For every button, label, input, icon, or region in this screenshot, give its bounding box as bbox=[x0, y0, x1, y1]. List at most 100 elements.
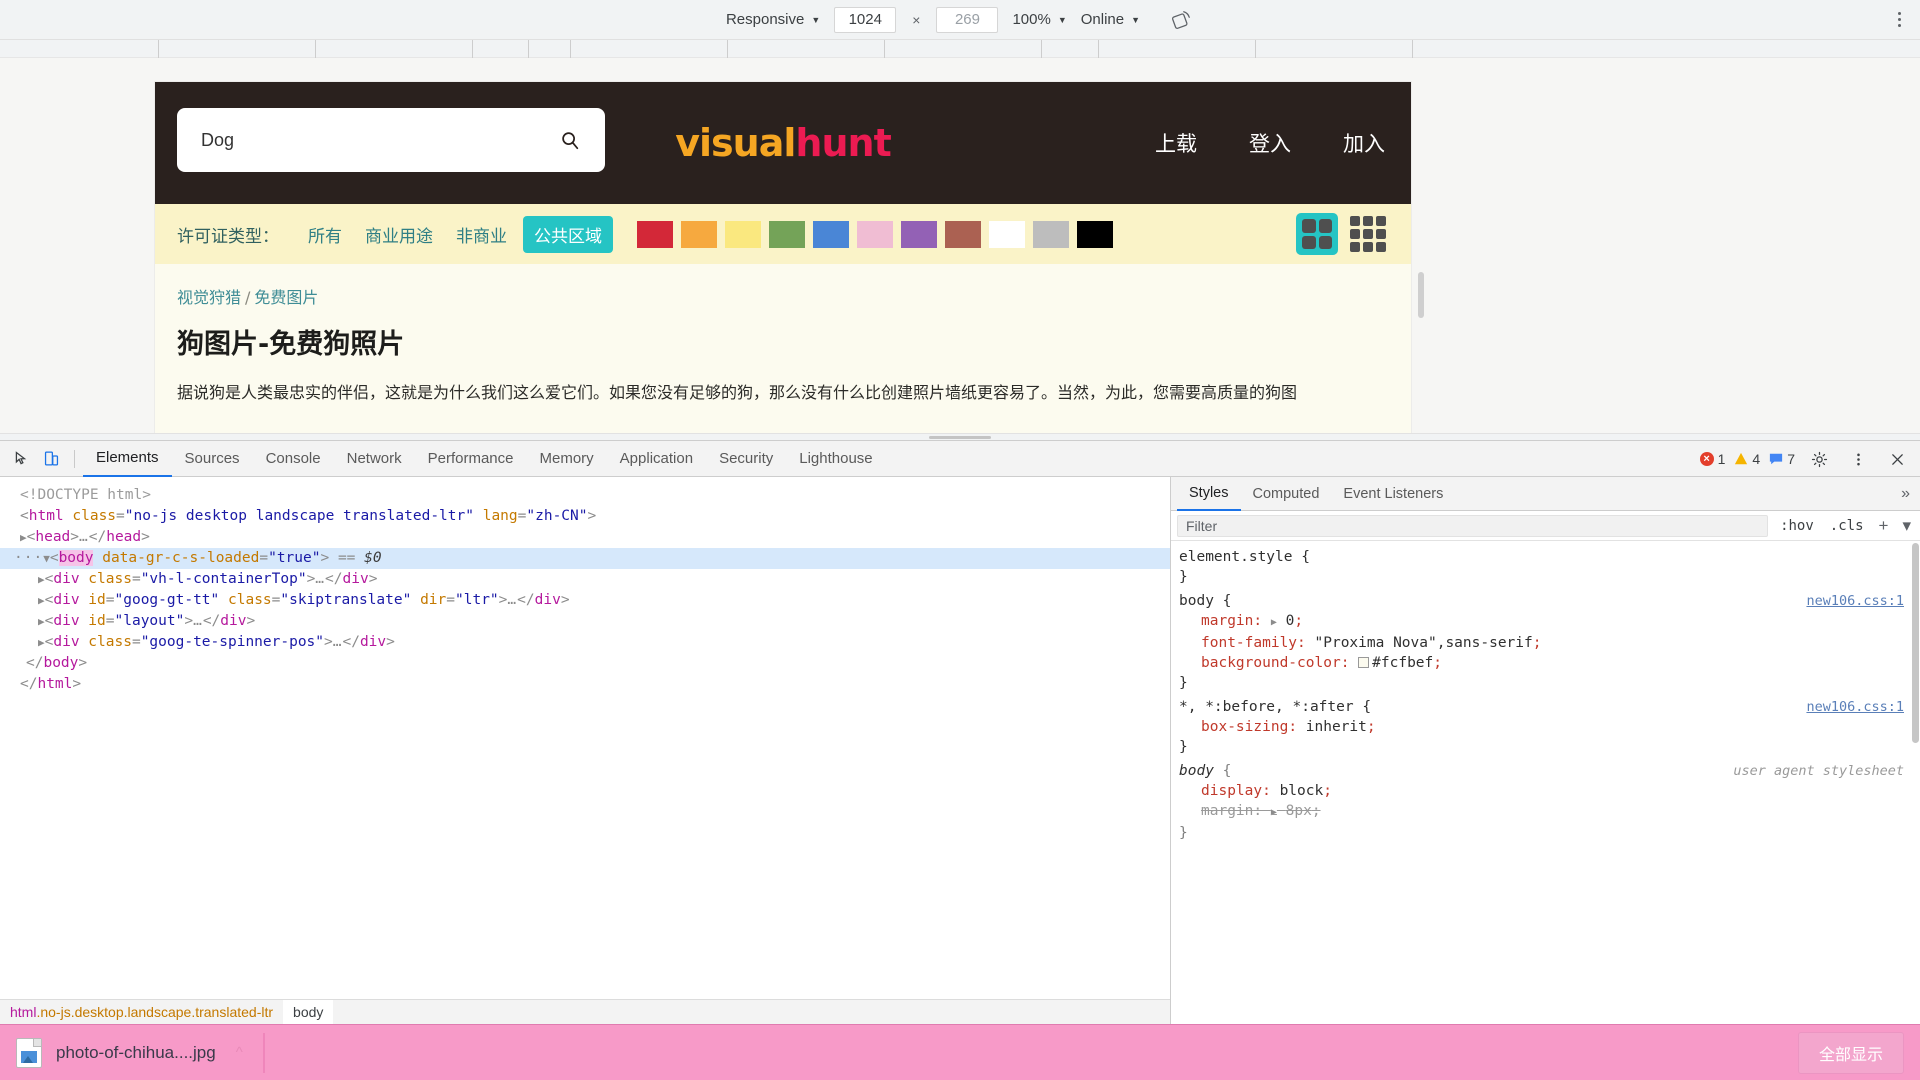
css-rule-user-agent-body[interactable]: body {user agent stylesheet display: blo… bbox=[1179, 761, 1920, 843]
color-swatch-red[interactable] bbox=[637, 220, 673, 248]
child1-class: "vh-l-containerTop" bbox=[140, 571, 307, 587]
nav-upload[interactable]: 上载 bbox=[1155, 128, 1197, 158]
color-swatch-pink[interactable] bbox=[857, 220, 893, 248]
tab-security[interactable]: Security bbox=[706, 441, 786, 477]
grid-3-icon[interactable] bbox=[1347, 213, 1389, 255]
license-option-commercial[interactable]: 商业用途 bbox=[358, 217, 440, 252]
tab-lighthouse[interactable]: Lighthouse bbox=[786, 441, 885, 477]
dom-line-child-2[interactable]: ▶<div id="goog-gt-tt" class="skiptransla… bbox=[14, 590, 1170, 611]
visualhunt-logo[interactable]: visualhunt bbox=[675, 121, 891, 165]
inspect-element-icon[interactable] bbox=[6, 444, 36, 474]
css-declaration-font-family[interactable]: font-family: "Proxima Nova",sans-serif; bbox=[1179, 633, 1904, 653]
css-declaration-background-color[interactable]: background-color: #fcfbef; bbox=[1179, 653, 1904, 673]
rule-source-link[interactable]: new106.css:1 bbox=[1806, 591, 1904, 611]
nav-login[interactable]: 登入 bbox=[1249, 128, 1291, 158]
dom-line-child-1[interactable]: ▶<div class="vh-l-containerTop">…</div> bbox=[14, 569, 1170, 590]
tab-application[interactable]: Application bbox=[607, 441, 706, 477]
color-swatch-white[interactable] bbox=[989, 220, 1025, 248]
license-option-noncommercial[interactable]: 非商业 bbox=[449, 217, 514, 252]
rotate-icon[interactable] bbox=[1168, 7, 1194, 33]
tab-memory[interactable]: Memory bbox=[527, 441, 607, 477]
color-filter-swatches bbox=[637, 220, 1113, 248]
css-rule-universal[interactable]: *, *:before, *:after {new106.css:1 box-s… bbox=[1179, 697, 1920, 757]
breadcrumb-root[interactable]: 视觉狩猎 bbox=[177, 288, 241, 307]
color-swatch-green[interactable] bbox=[769, 220, 805, 248]
color-swatch-yellow[interactable] bbox=[725, 220, 761, 248]
css-rule-element-style[interactable]: element.style {} bbox=[1179, 547, 1920, 587]
error-badge[interactable]: × 1 bbox=[1699, 451, 1725, 467]
dom-line-child-3[interactable]: ▶<div id="layout">…</div> bbox=[14, 611, 1170, 632]
nav-join[interactable]: 加入 bbox=[1343, 128, 1385, 158]
css-declaration-margin[interactable]: margin: ▶ 0; bbox=[1179, 611, 1904, 633]
license-option-all[interactable]: 所有 bbox=[301, 217, 349, 252]
tab-elements[interactable]: Elements bbox=[83, 441, 172, 477]
more-vertical-icon[interactable] bbox=[1888, 7, 1910, 33]
gear-icon[interactable] bbox=[1804, 444, 1834, 474]
dom-line-child-4[interactable]: ▶<div class="goog-te-spinner-pos">…</div… bbox=[14, 632, 1170, 653]
breadcrumb-crumb-body[interactable]: body bbox=[283, 999, 334, 1025]
chevron-up-icon[interactable]: ^ bbox=[236, 1044, 243, 1061]
viewport-width-input[interactable]: 1024 bbox=[834, 6, 897, 33]
tab-network[interactable]: Network bbox=[334, 441, 415, 477]
rule-source-link[interactable]: new106.css:1 bbox=[1806, 697, 1904, 717]
color-swatch-brown[interactable] bbox=[945, 220, 981, 248]
device-preset-select[interactable]: Responsive ▼ bbox=[726, 11, 820, 28]
doctype-text: <!DOCTYPE html> bbox=[20, 487, 151, 503]
styles-scrollbar[interactable] bbox=[1912, 543, 1919, 743]
new-style-rule-button[interactable]: + bbox=[1876, 516, 1892, 536]
breadcrumb-crumb-html[interactable]: html .no-js.desktop.landscape.translated-… bbox=[0, 1000, 283, 1026]
styles-more-tabs-icon[interactable]: » bbox=[1901, 485, 1910, 503]
styles-filter-input[interactable]: Filter bbox=[1177, 514, 1769, 537]
download-item[interactable]: photo-of-chihua....jpg ^ bbox=[16, 1037, 243, 1068]
dom-tree-pane: <!DOCTYPE html> <html class="no-js deskt… bbox=[0, 477, 1170, 1025]
message-badge[interactable]: 7 bbox=[1769, 451, 1795, 467]
search-box[interactable] bbox=[177, 108, 605, 172]
color-swatch-blue[interactable] bbox=[813, 220, 849, 248]
color-swatch-gray[interactable] bbox=[1033, 220, 1069, 248]
tab-sources[interactable]: Sources bbox=[172, 441, 253, 477]
search-icon[interactable] bbox=[557, 127, 583, 153]
tab-styles[interactable]: Styles bbox=[1177, 477, 1241, 511]
error-icon: × bbox=[1699, 452, 1714, 466]
cls-toggle[interactable]: .cls bbox=[1826, 518, 1868, 534]
color-swatch-purple[interactable] bbox=[901, 220, 937, 248]
viewport-ruler bbox=[0, 40, 1920, 58]
prop-value: block bbox=[1279, 783, 1324, 799]
prop-value: inherit bbox=[1305, 719, 1367, 735]
css-declaration-box-sizing[interactable]: box-sizing: inherit; bbox=[1179, 717, 1904, 737]
devtools-splitter[interactable] bbox=[0, 433, 1920, 440]
more-vertical-icon[interactable] bbox=[1843, 444, 1873, 474]
download-filename: photo-of-chihua....jpg bbox=[56, 1042, 216, 1062]
hov-toggle[interactable]: :hov bbox=[1776, 518, 1818, 534]
breadcrumb-current[interactable]: 免费图片 bbox=[254, 288, 318, 307]
toolbar-divider bbox=[74, 449, 75, 468]
color-swatch-icon[interactable] bbox=[1358, 657, 1370, 668]
toggle-device-toolbar-icon[interactable] bbox=[36, 444, 66, 474]
css-declaration-display[interactable]: display: block; bbox=[1179, 781, 1904, 801]
viewport-resize-handle[interactable] bbox=[1418, 272, 1424, 318]
dom-line-body[interactable]: ···▼<body data-gr-c-s-loaded="true"> == … bbox=[0, 548, 1170, 569]
dom-line-html[interactable]: <html class="no-js desktop landscape tra… bbox=[14, 506, 1170, 527]
dom-line-head[interactable]: ▶<head>…</head> bbox=[14, 527, 1170, 548]
css-rule-body-new106[interactable]: body {new106.css:1 margin: ▶ 0; font-fam… bbox=[1179, 591, 1920, 693]
tab-computed[interactable]: Computed bbox=[1241, 477, 1332, 511]
child4-class: "goog-te-spinner-pos" bbox=[140, 634, 325, 650]
tab-performance[interactable]: Performance bbox=[415, 441, 527, 477]
throttling-select[interactable]: Online ▼ bbox=[1081, 11, 1140, 28]
expand-triangle-icon[interactable]: ▶ bbox=[1271, 617, 1277, 628]
css-declaration-margin-ua[interactable]: margin: ▶ 8px; bbox=[1179, 801, 1904, 823]
warning-badge[interactable]: 4 bbox=[1734, 451, 1760, 467]
tab-event-listeners[interactable]: Event Listeners bbox=[1331, 477, 1455, 511]
close-icon[interactable] bbox=[1882, 444, 1912, 474]
grid-2-icon[interactable] bbox=[1296, 213, 1338, 255]
show-all-downloads-button[interactable]: 全部显示 bbox=[1797, 1031, 1904, 1074]
computed-sidebar-toggle[interactable]: ▾ bbox=[1899, 516, 1914, 536]
color-swatch-orange[interactable] bbox=[681, 220, 717, 248]
license-option-publicdomain[interactable]: 公共区域 bbox=[523, 215, 613, 253]
tab-console[interactable]: Console bbox=[253, 441, 334, 477]
viewport-height-input[interactable]: 269 bbox=[936, 6, 999, 33]
prop-value: 8px bbox=[1285, 803, 1312, 819]
zoom-select[interactable]: 100% ▼ bbox=[1012, 11, 1066, 28]
color-swatch-black[interactable] bbox=[1077, 220, 1113, 248]
search-input[interactable] bbox=[199, 128, 557, 152]
